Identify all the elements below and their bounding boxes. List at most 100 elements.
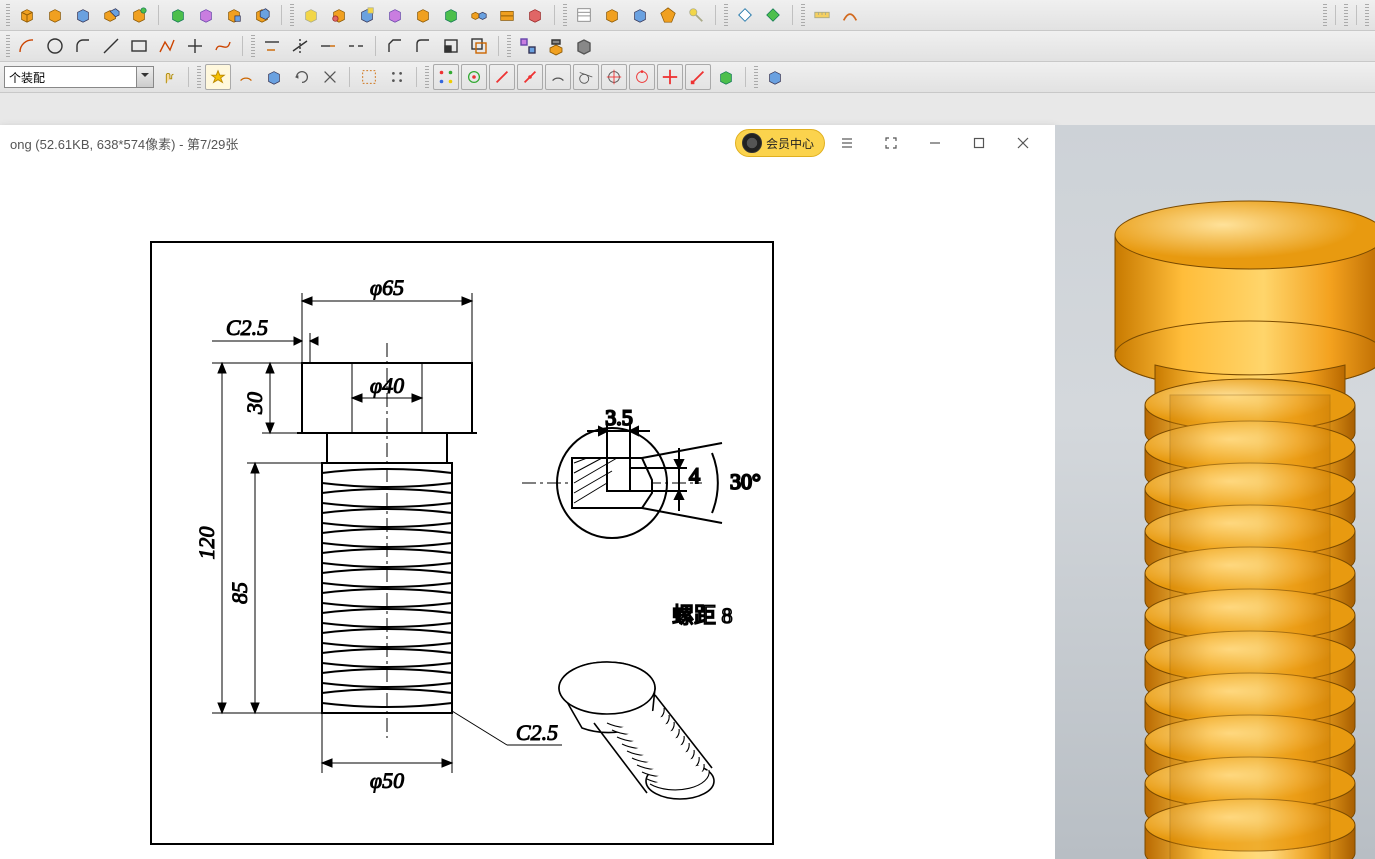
sel-e[interactable] [317,64,343,90]
tool-polyline[interactable] [154,33,180,59]
tool-point[interactable] [182,33,208,59]
snap-end[interactable] [685,64,711,90]
tool-chamfer[interactable] [382,33,408,59]
sel-box[interactable] [356,64,382,90]
sel-star[interactable] [205,64,231,90]
separator [554,5,555,25]
view-cube[interactable] [762,64,788,90]
tool-rectangle[interactable] [126,33,152,59]
tool-corner[interactable] [438,33,464,59]
grip[interactable] [251,35,255,57]
tool-trim-a[interactable] [259,33,285,59]
cube-icon [358,6,376,24]
grip[interactable] [6,35,10,57]
tool-2a[interactable] [298,2,324,28]
grip[interactable] [197,66,201,88]
dropdown-icon[interactable] [136,67,153,87]
center-icon [605,68,623,86]
grip[interactable] [754,66,758,88]
grip[interactable] [1344,4,1348,26]
cad-3d-viewport[interactable] [1055,125,1375,859]
tool-1c[interactable] [70,2,96,28]
tool-2b[interactable] [326,2,352,28]
tool-misc-b[interactable] [543,33,569,59]
tool-new-part[interactable] [14,2,40,28]
sel-a[interactable] [156,64,182,90]
tool-3c[interactable] [627,2,653,28]
tool-fillet[interactable] [70,33,96,59]
tool-2d[interactable] [382,2,408,28]
snap-line2[interactable] [517,64,543,90]
tool-2i[interactable] [522,2,548,28]
tool-1e[interactable] [126,2,152,28]
tool-circle[interactable] [42,33,68,59]
tool-1i[interactable] [249,2,275,28]
sel-f[interactable] [384,64,410,90]
sel-c[interactable] [261,64,287,90]
tool-offset[interactable] [466,33,492,59]
tool-arc[interactable] [14,33,40,59]
tool-1b[interactable] [42,2,68,28]
tool-line[interactable] [98,33,124,59]
end-icon [689,68,707,86]
tool-3a[interactable] [571,2,597,28]
tool-1d[interactable] [98,2,124,28]
grip[interactable] [425,66,429,88]
snap-arc[interactable] [545,64,571,90]
tool-4b[interactable] [760,2,786,28]
tool-4a[interactable] [732,2,758,28]
fullscreen-button[interactable] [869,127,913,159]
rectangle-icon [129,36,149,56]
image-viewer-titlebar[interactable]: ong (52.61KB, 638*574像素) - 第7/29张 会员中心 [0,125,1055,162]
snap-cen[interactable] [601,64,627,90]
member-center-badge[interactable]: 会员中心 [735,129,825,157]
image-viewer-body[interactable]: φ65 C2.5 30 [0,161,1055,859]
tool-2e[interactable] [410,2,436,28]
close-button[interactable] [1001,127,1045,159]
grip[interactable] [1365,4,1369,26]
tool-trim-b[interactable] [287,33,313,59]
tool-2g[interactable] [466,2,492,28]
grip[interactable] [507,35,511,57]
grip[interactable] [724,4,728,26]
tool-3b[interactable] [599,2,625,28]
snap-a[interactable] [433,64,459,90]
tool-break[interactable] [343,33,369,59]
tool-2h[interactable] [494,2,520,28]
snap-tan[interactable] [573,64,599,90]
menu-button[interactable] [825,127,869,159]
grip[interactable] [563,4,567,26]
tool-misc-a[interactable] [515,33,541,59]
tool-5a[interactable] [809,2,835,28]
tool-spline[interactable] [210,33,236,59]
minimize-button[interactable] [913,127,957,159]
tool-fillet2[interactable] [410,33,436,59]
tool-1f[interactable] [165,2,191,28]
dim-phi40: φ40 [370,373,404,398]
snap-cube[interactable] [713,64,739,90]
tool-2f[interactable] [438,2,464,28]
sel-b[interactable] [233,64,259,90]
snap-b[interactable] [461,64,487,90]
snap-quad[interactable] [629,64,655,90]
dim-phi50: φ50 [370,768,404,793]
snap-line1[interactable] [489,64,515,90]
tool-1g[interactable] [193,2,219,28]
sel-d[interactable] [289,64,315,90]
dim-phi65: φ65 [370,275,404,300]
maximize-button[interactable] [957,127,1001,159]
tool-misc-c[interactable] [571,33,597,59]
snap-int[interactable] [657,64,683,90]
tool-5b[interactable] [837,2,863,28]
grip[interactable] [6,4,10,26]
tool-1h[interactable] [221,2,247,28]
tool-3d[interactable] [655,2,681,28]
tool-2c[interactable] [354,2,380,28]
tool-3e[interactable] [683,2,709,28]
grip[interactable] [290,4,294,26]
grip[interactable] [801,4,805,26]
member-center-label: 会员中心 [766,135,814,152]
assembly-selector[interactable]: 个装配 [4,66,154,88]
grip[interactable] [1323,4,1327,26]
tool-extend[interactable] [315,33,341,59]
